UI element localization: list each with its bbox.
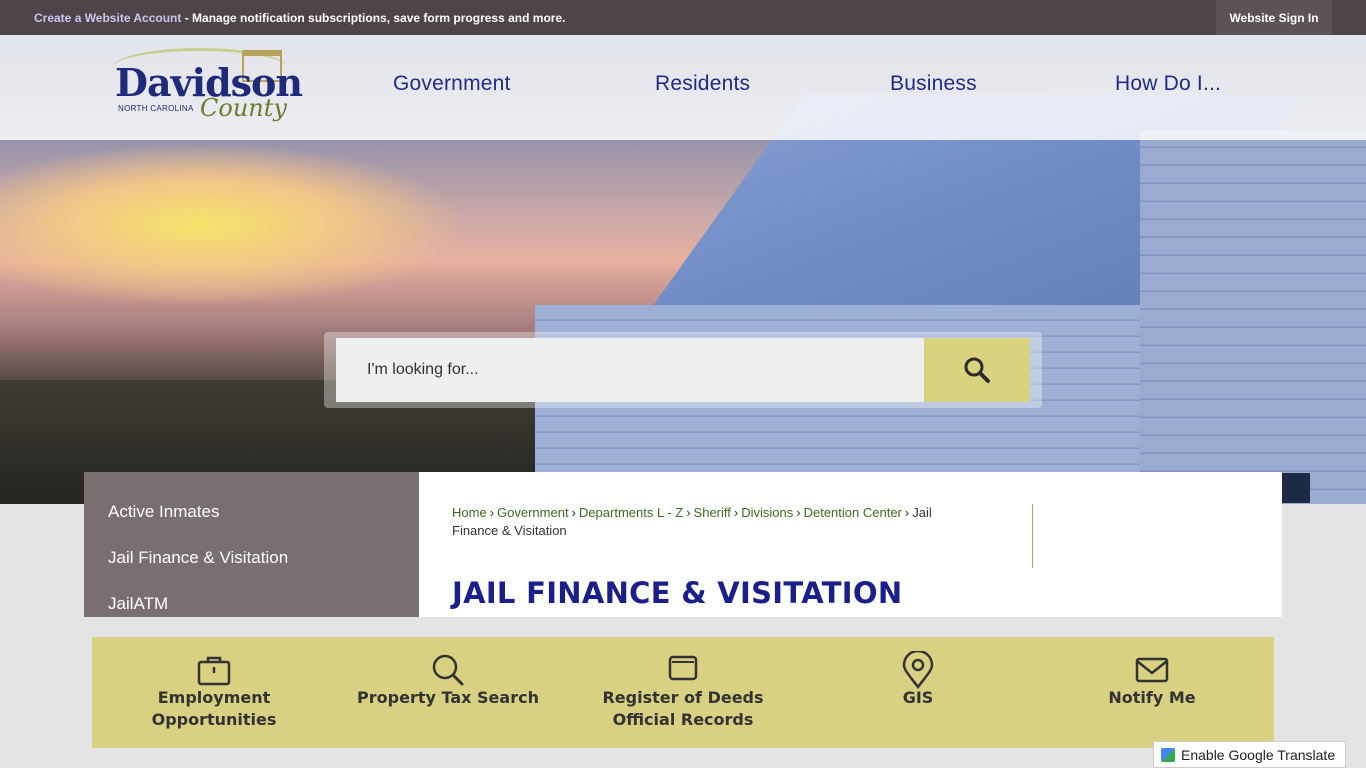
quick-links-bar: Employment Opportunities Property Tax Sea… xyxy=(92,637,1274,748)
breadcrumb-separator: › xyxy=(489,505,495,520)
barn-side-wall xyxy=(1140,130,1366,504)
quick-link-label: Notify Me xyxy=(1108,688,1196,707)
content-divider xyxy=(1032,504,1033,568)
breadcrumb-divisions[interactable]: Divisions xyxy=(741,505,793,520)
sidebar-item-jail-finance[interactable]: Jail Finance & Visitation xyxy=(108,548,288,568)
breadcrumb: Home › Government › Departments L - Z › Sherif… xyxy=(452,504,942,540)
envelope-icon xyxy=(1135,657,1169,683)
nav-how-do-i[interactable]: How Do I... xyxy=(1115,72,1221,96)
quick-link-employment[interactable]: Employment Opportunities xyxy=(96,637,332,748)
breadcrumb-government[interactable]: Government xyxy=(497,505,569,520)
breadcrumb-separator: › xyxy=(796,505,801,520)
sign-in-button[interactable]: Website Sign In xyxy=(1216,0,1332,35)
quick-link-label: GIS xyxy=(902,688,934,707)
quick-link-label: Property Tax Search xyxy=(357,688,539,707)
quick-link-label: Employment Opportunities xyxy=(151,688,277,729)
logo-state: NORTH CAROLINA xyxy=(118,104,194,113)
quick-link-register-of-deeds[interactable]: Register of Deeds Official Records xyxy=(565,637,801,748)
page-title: JAIL FINANCE & VISITATION xyxy=(452,576,903,610)
quick-link-notify-me[interactable]: Notify Me xyxy=(1034,637,1270,748)
breadcrumb-separator: › xyxy=(733,505,739,520)
top-utility-bar: Create a Website Account - Manage notifi… xyxy=(0,0,1366,35)
account-promo-text: - Manage notification subscriptions, sav… xyxy=(181,11,566,25)
nav-government[interactable]: Government xyxy=(393,72,511,96)
search-icon xyxy=(964,357,990,383)
county-logo[interactable]: Davidson NORTH CAROLINA County xyxy=(112,48,303,132)
breadcrumb-separator: › xyxy=(686,505,691,520)
search-bar xyxy=(324,332,1042,408)
breadcrumb-departments[interactable]: Departments L - Z xyxy=(579,505,683,520)
account-promo: Create a Website Account - Manage notifi… xyxy=(34,11,565,25)
breadcrumb-separator: › xyxy=(571,505,576,520)
sidebar-item-jailatm[interactable]: JailATM xyxy=(108,594,168,614)
sunset-glow xyxy=(0,145,460,305)
quick-link-property-tax[interactable]: Property Tax Search xyxy=(330,637,566,748)
search-button[interactable] xyxy=(924,338,1030,402)
nav-business[interactable]: Business xyxy=(890,72,977,96)
briefcase-icon xyxy=(197,656,231,686)
barn-window xyxy=(1280,473,1310,503)
map-pin-icon xyxy=(902,651,934,689)
search-icon xyxy=(432,654,464,686)
quick-link-label: Register of Deeds Official Records xyxy=(602,688,764,729)
google-translate-label: Enable Google Translate xyxy=(1181,746,1336,763)
quick-link-gis[interactable]: GIS xyxy=(800,637,1036,748)
sidebar-item-active-inmates[interactable]: Active Inmates xyxy=(108,502,220,522)
breadcrumb-sheriff[interactable]: Sheriff xyxy=(694,505,731,520)
search-input[interactable] xyxy=(336,338,925,402)
breadcrumb-home[interactable]: Home xyxy=(452,505,487,520)
sidebar-nav: Active Inmates Jail Finance & Visitation… xyxy=(84,472,419,618)
breadcrumb-separator: › xyxy=(904,505,910,520)
nav-residents[interactable]: Residents xyxy=(655,72,750,96)
folder-icon xyxy=(668,655,698,681)
google-translate-button[interactable]: Enable Google Translate xyxy=(1153,741,1346,768)
logo-county: County xyxy=(200,94,287,122)
create-account-link[interactable]: Create a Website Account xyxy=(34,11,181,25)
main-content: Home › Government › Departments L - Z › Sherif… xyxy=(419,472,1282,618)
google-translate-icon xyxy=(1161,747,1175,762)
breadcrumb-detention-center[interactable]: Detention Center xyxy=(804,505,902,520)
